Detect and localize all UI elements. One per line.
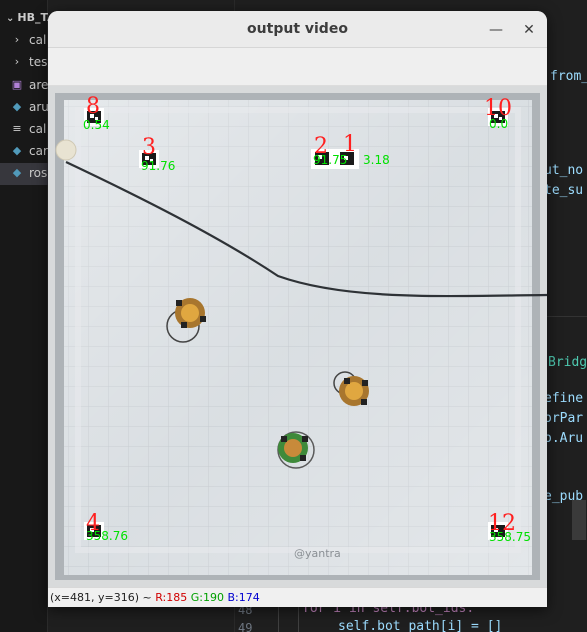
- image-file-icon: ▣: [11, 78, 23, 91]
- code-fragment[interactable]: orPar: [544, 411, 583, 426]
- marker-value-label: 91.76: [141, 159, 175, 173]
- pixel-status-bar: (x=481, y=316) ~ R:185 G:190 B:174: [48, 587, 547, 607]
- marker-id-label: 3: [142, 135, 156, 160]
- explorer-tree-item[interactable]: ◆ ros: [0, 163, 48, 185]
- close-button[interactable]: ✕: [519, 20, 539, 40]
- pixel-g-value: G:190: [190, 591, 224, 604]
- code-fragment[interactable]: efine: [544, 391, 583, 406]
- code-fragment[interactable]: o.Aru: [544, 431, 583, 446]
- explorer-tree-item[interactable]: › cal: [0, 30, 48, 52]
- marker-value-label: 358.75: [489, 530, 531, 544]
- window-toolbar: [48, 48, 547, 86]
- chevron-right-icon: ›: [14, 55, 20, 68]
- code-fragment[interactable]: Bridg: [548, 355, 587, 370]
- arena-image: @yantra 8 0.54 10 0.0 3 91.76 2 91.75 1 …: [48, 86, 547, 587]
- explorer-tree-item[interactable]: ◆ car: [0, 141, 48, 163]
- explorer-tree-label: tes: [29, 55, 48, 69]
- chevron-right-icon: ›: [14, 33, 20, 46]
- output-video-window[interactable]: output video — ✕ @yantra 8 0.54 10 0.0 3…: [48, 11, 547, 607]
- marker-value-label: 0.54: [83, 118, 110, 132]
- marker-id-label: 1: [343, 132, 357, 157]
- window-title: output video: [247, 21, 348, 37]
- marker-value-label: 0.0: [489, 117, 508, 131]
- chevron-down-icon[interactable]: ⌄: [6, 13, 14, 24]
- line-number: 49: [238, 621, 253, 632]
- explorer-tree-label: are: [29, 78, 48, 92]
- explorer-tree-item[interactable]: ▣ are: [0, 75, 48, 97]
- explorer-tree-label: cal: [29, 122, 47, 136]
- watermark: @yantra: [294, 547, 341, 560]
- marker-id-label: 8: [86, 94, 100, 119]
- pixel-r-value: R:185: [155, 591, 188, 604]
- marker-value-label: 358.76: [86, 529, 128, 543]
- code-fragment[interactable]: from_: [550, 69, 587, 84]
- editor-scrollbar[interactable]: [572, 500, 586, 540]
- code-line[interactable]: self.bot_path[i] = []: [338, 619, 502, 632]
- window-titlebar[interactable]: output video — ✕: [48, 11, 547, 48]
- explorer-tree-item[interactable]: › tes: [0, 52, 48, 74]
- python-file-icon: ◆: [12, 100, 22, 113]
- explorer-sidebar: ⌄ HB_TA › cal › tes ▣ are ◆ aru ≡ cal ◆ car ◆ ros: [0, 0, 56, 632]
- explorer-tree-item[interactable]: ◆ aru: [0, 97, 48, 119]
- text-file-icon: ≡: [12, 122, 22, 135]
- explorer-tree-item[interactable]: ≡ cal: [0, 119, 48, 141]
- marker-value-label: 3.18: [363, 153, 390, 167]
- python-file-icon: ◆: [12, 144, 22, 157]
- code-fragment[interactable]: te_su: [544, 183, 583, 198]
- video-frame[interactable]: @yantra 8 0.54 10 0.0 3 91.76 2 91.75 1 …: [48, 86, 547, 587]
- explorer-tree-label: car: [29, 144, 48, 158]
- minimize-button[interactable]: —: [486, 20, 506, 40]
- code-fragment[interactable]: ut_no: [544, 163, 583, 178]
- python-file-icon: ◆: [12, 166, 22, 179]
- explorer-tree-label: ros: [29, 166, 48, 180]
- explorer-tree-label: aru: [29, 100, 48, 114]
- pixel-b-value: B:174: [227, 591, 260, 604]
- explorer-tree-label: cal: [29, 33, 47, 47]
- cursor-coords: (x=481, y=316) ~: [50, 591, 152, 604]
